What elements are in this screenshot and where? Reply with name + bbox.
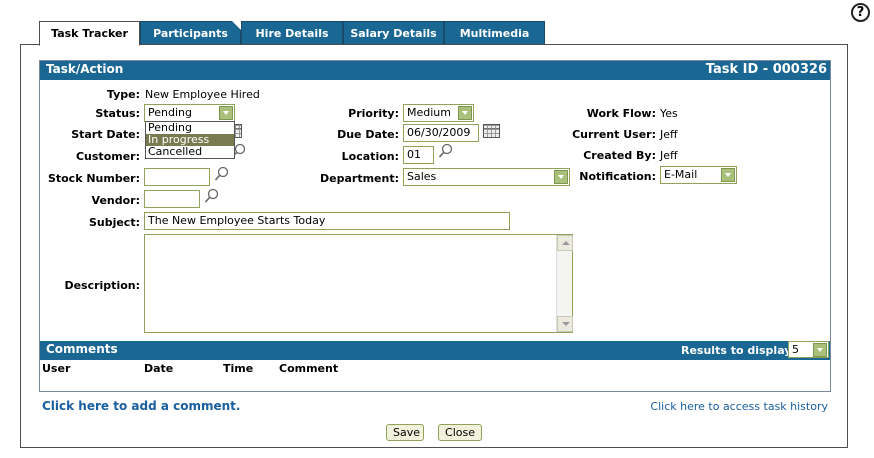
tab-task-tracker[interactable]: Task Tracker — [39, 21, 140, 46]
chevron-down-icon — [458, 106, 472, 120]
add-comment-link[interactable]: Click here to add a comment. — [42, 399, 240, 413]
column-date: Date — [144, 362, 174, 375]
column-time: Time — [223, 362, 254, 375]
results-to-display-value: 5 — [792, 343, 799, 356]
location-input[interactable]: 01 — [403, 146, 434, 164]
department-label: Department: — [320, 172, 399, 185]
department-selected-value: Sales — [407, 170, 437, 183]
chevron-down-icon — [721, 168, 735, 182]
vendor-search-icon[interactable] — [204, 188, 220, 204]
vendor-input[interactable] — [144, 190, 200, 208]
location-label: Location: — [341, 150, 399, 163]
comments-title: Comments — [46, 342, 118, 356]
results-to-display-select[interactable]: 5 — [788, 341, 829, 358]
workflow-label: Work Flow: — [586, 107, 656, 120]
notification-select[interactable]: E-Mail — [660, 166, 737, 184]
priority-select[interactable]: Medium — [403, 104, 474, 122]
help-icon[interactable]: ? — [851, 3, 870, 22]
tab-salary-details[interactable]: Salary Details — [343, 21, 444, 45]
results-to-display-label: Results to display: — [681, 344, 796, 357]
scroll-up-icon[interactable] — [557, 235, 573, 251]
status-label: Status: — [95, 107, 140, 120]
chevron-down-icon — [813, 343, 827, 357]
comments-header: Comments Results to display: — [40, 341, 830, 360]
scroll-down-icon[interactable] — [557, 316, 573, 332]
status-option-cancelled[interactable]: Cancelled — [146, 146, 234, 158]
column-comment: Comment — [279, 362, 339, 375]
stock-number-input[interactable] — [144, 168, 210, 186]
type-value: New Employee Hired — [145, 88, 260, 101]
workflow-value: Yes — [660, 107, 678, 120]
task-id: Task ID - 000326 — [705, 62, 827, 77]
current-user-label: Current User: — [572, 128, 656, 141]
due-date-calendar-icon[interactable] — [483, 124, 500, 138]
task-action-title: Task/Action — [46, 62, 124, 76]
due-date-label: Due Date: — [337, 128, 399, 141]
description-scrollbar[interactable] — [556, 235, 573, 332]
task-action-header: Task/Action Task ID - 000326 — [40, 61, 830, 80]
subject-label: Subject: — [88, 216, 140, 229]
priority-label: Priority: — [348, 107, 399, 120]
status-dropdown-list: Pending In progress Cancelled — [145, 121, 235, 159]
stock-number-label: Stock Number: — [47, 172, 140, 185]
customer-label: Customer: — [75, 150, 140, 163]
status-select[interactable]: Pending — [144, 104, 235, 122]
task-history-link[interactable]: Click here to access task history — [650, 400, 828, 413]
stock-number-search-icon[interactable] — [214, 166, 230, 182]
department-select[interactable]: Sales — [403, 168, 570, 186]
status-selected-value: Pending — [148, 106, 192, 119]
priority-selected-value: Medium — [407, 106, 451, 119]
subject-input[interactable]: The New Employee Starts Today — [144, 212, 510, 230]
vendor-label: Vendor: — [91, 194, 140, 207]
description-label: Description: — [64, 279, 140, 292]
current-user-value: Jeff — [660, 128, 678, 141]
tab-multimedia[interactable]: Multimedia — [444, 21, 545, 45]
location-search-icon[interactable] — [438, 143, 454, 159]
tab-hire-details[interactable]: Hire Details — [241, 21, 343, 45]
created-by-label: Created By: — [583, 149, 656, 162]
type-label: Type: — [106, 88, 140, 101]
start-date-label: Start Date: — [71, 128, 140, 141]
close-button[interactable]: Close — [438, 424, 482, 441]
notification-selected-value: E-Mail — [664, 168, 698, 181]
column-user: User — [42, 362, 71, 375]
due-date-input[interactable]: 06/30/2009 — [403, 124, 479, 142]
chevron-down-icon — [219, 106, 233, 120]
save-button[interactable]: Save — [386, 424, 424, 441]
notification-label: Notification: — [579, 170, 656, 183]
description-textarea[interactable] — [144, 234, 573, 333]
tab-participants[interactable]: Participants — [140, 21, 241, 45]
created-by-value: Jeff — [660, 149, 678, 162]
